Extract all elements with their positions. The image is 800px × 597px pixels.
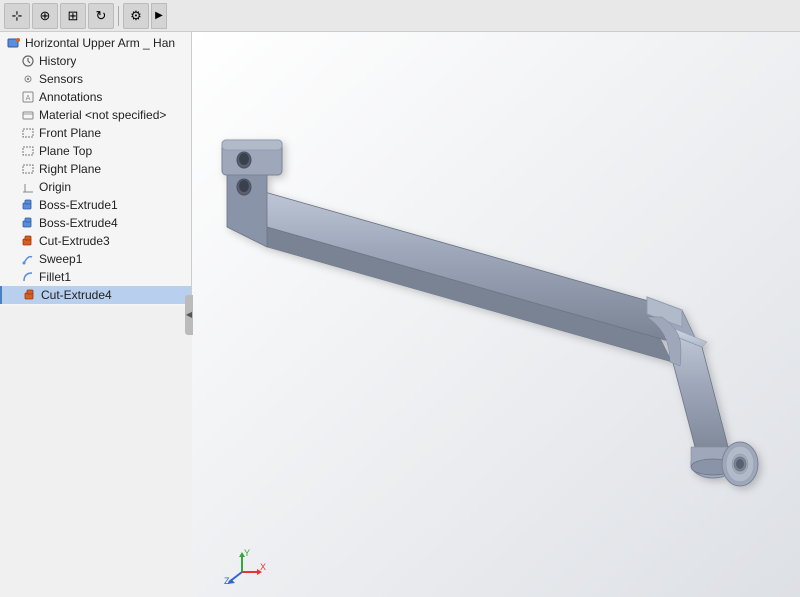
collapse-arrow-icon: ◀ xyxy=(186,310,192,319)
cut-extrude4-label: Cut-Extrude4 xyxy=(41,288,112,302)
zoom-button[interactable]: ⊕ xyxy=(32,3,58,29)
left-panel-wrapper: Horizontal Upper Arm _ Han History Senso… xyxy=(0,32,192,597)
annotations-label: Annotations xyxy=(39,90,102,104)
right-plane-label: Right Plane xyxy=(39,162,101,176)
boss-extrude4-label: Boss-Extrude4 xyxy=(39,216,118,230)
root-label: Horizontal Upper Arm _ Han xyxy=(25,36,175,50)
boss-extrude1-icon xyxy=(20,197,36,213)
tree-item-annotations[interactable]: A Annotations xyxy=(0,88,191,106)
sweep1-label: Sweep1 xyxy=(39,252,82,266)
main-toolbar: ⊹ ⊕ ⊞ ↻ ⚙ ▶ xyxy=(0,0,800,32)
toolbar-separator-1 xyxy=(118,6,119,26)
settings-button[interactable]: ⚙ xyxy=(123,3,149,29)
boss-extrude1-label: Boss-Extrude1 xyxy=(39,198,118,212)
feature-tree-panel: Horizontal Upper Arm _ Han History Senso… xyxy=(0,32,192,306)
rotate-icon: ↻ xyxy=(96,8,107,24)
boss-extrude4-icon xyxy=(20,215,36,231)
main-area: Horizontal Upper Arm _ Han History Senso… xyxy=(0,32,800,597)
tree-item-right-plane[interactable]: Right Plane xyxy=(0,160,191,178)
top-plane-icon xyxy=(20,143,36,159)
front-plane-label: Front Plane xyxy=(39,126,101,140)
select-button[interactable]: ⊹ xyxy=(4,3,30,29)
sensors-icon xyxy=(20,71,36,87)
fillet1-icon xyxy=(20,269,36,285)
3d-viewport[interactable]: Y X Z xyxy=(192,32,800,597)
history-icon xyxy=(20,53,36,69)
material-label: Material <not specified> xyxy=(39,108,166,122)
tree-item-origin[interactable]: Origin xyxy=(0,178,191,196)
select-icon: ⊹ xyxy=(12,8,23,24)
rotate-button[interactable]: ↻ xyxy=(88,3,114,29)
svg-text:A: A xyxy=(26,95,31,102)
tree-item-boss-extrude4[interactable]: Boss-Extrude4 xyxy=(0,214,191,232)
tree-item-cut-extrude4[interactable]: Cut-Extrude4 xyxy=(0,286,191,304)
tree-item-sensors[interactable]: Sensors xyxy=(0,70,191,88)
model-svg: Y X Z xyxy=(192,32,800,597)
front-plane-icon xyxy=(20,125,36,141)
sweep1-icon xyxy=(20,251,36,267)
settings-icon: ⚙ xyxy=(130,8,142,24)
right-plane-icon xyxy=(20,161,36,177)
tree-item-boss-extrude1[interactable]: Boss-Extrude1 xyxy=(0,196,191,214)
origin-label: Origin xyxy=(39,180,71,194)
tree-item-material[interactable]: Material <not specified> xyxy=(0,106,191,124)
cut-extrude4-icon xyxy=(22,287,38,303)
toolbar-more-button[interactable]: ▶ xyxy=(151,3,167,29)
tree-item-history[interactable]: History xyxy=(0,52,191,70)
pan-button[interactable]: ⊞ xyxy=(60,3,86,29)
material-icon xyxy=(20,107,36,123)
history-label: History xyxy=(39,54,76,68)
feature-tree[interactable]: Horizontal Upper Arm _ Han History Senso… xyxy=(0,32,191,306)
tree-item-cut-extrude3[interactable]: Cut-Extrude3 xyxy=(0,232,191,250)
cut-extrude3-label: Cut-Extrude3 xyxy=(39,234,110,248)
pan-icon: ⊞ xyxy=(68,8,79,24)
svg-text:Z: Z xyxy=(224,576,230,586)
fillet1-label: Fillet1 xyxy=(39,270,71,284)
annotations-icon: A xyxy=(20,89,36,105)
tree-item-front-plane[interactable]: Front Plane xyxy=(0,124,191,142)
tree-item-sweep1[interactable]: Sweep1 xyxy=(0,250,191,268)
zoom-icon: ⊕ xyxy=(40,8,51,24)
cut-extrude3-icon xyxy=(20,233,36,249)
sensors-label: Sensors xyxy=(39,72,83,86)
svg-text:X: X xyxy=(260,562,266,572)
tree-item-top-plane[interactable]: Plane Top xyxy=(0,142,191,160)
more-arrow-icon: ▶ xyxy=(155,10,163,21)
panel-collapse-handle[interactable]: ◀ xyxy=(185,295,193,335)
svg-text:Y: Y xyxy=(244,548,250,558)
origin-icon xyxy=(20,179,36,195)
top-plane-label: Plane Top xyxy=(39,144,92,158)
tree-item-fillet1[interactable]: Fillet1 xyxy=(0,268,191,286)
part-icon xyxy=(6,35,22,51)
tree-root-item[interactable]: Horizontal Upper Arm _ Han xyxy=(0,34,191,52)
